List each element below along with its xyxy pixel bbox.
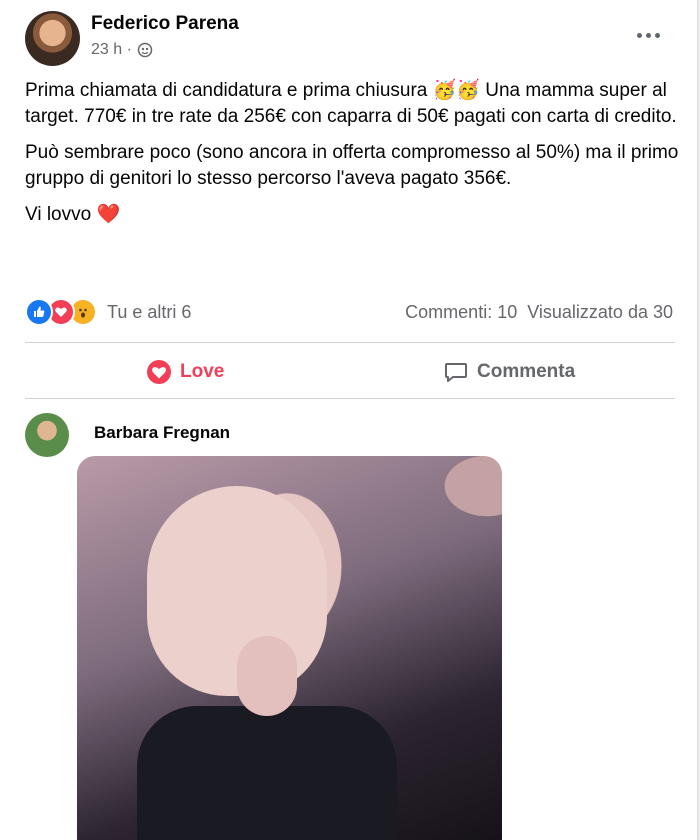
gif-fist-shape xyxy=(237,636,297,716)
post-meta: 23 h · xyxy=(91,41,153,59)
love-reaction-icon xyxy=(147,360,171,384)
like-icon xyxy=(25,298,53,326)
love-button[interactable]: Love xyxy=(146,352,224,392)
comment-button[interactable]: Commenta xyxy=(443,352,575,392)
post-text: Prima chiamata di candidatura e prima ch… xyxy=(25,78,685,238)
comment-icon xyxy=(445,363,467,382)
views-count[interactable]: Visualizzato da 30 xyxy=(527,302,673,323)
post-counts: Commenti: 10 Visualizzato da 30 xyxy=(405,302,673,323)
divider xyxy=(25,342,675,343)
comment-button-label: Commenta xyxy=(477,361,576,382)
post-card: Federico Parena 23 h · Prima chiamata di… xyxy=(0,0,698,840)
comments-count[interactable]: Commenti: 10 xyxy=(405,302,517,323)
post-author-name[interactable]: Federico Parena xyxy=(91,13,239,35)
post-paragraph: Può sembrare poco (sono ancora in offert… xyxy=(25,142,679,189)
reactions-count-text[interactable]: Tu e altri 6 xyxy=(107,302,191,323)
reactions-summary[interactable]: Tu e altri 6 xyxy=(25,298,191,326)
commenter-name[interactable]: Barbara Fregnan xyxy=(94,423,230,443)
love-button-label: Love xyxy=(180,361,225,382)
commenter-avatar[interactable] xyxy=(25,413,69,457)
divider xyxy=(25,398,675,399)
more-options-icon[interactable] xyxy=(630,20,666,50)
post-paragraph: Prima chiamata di candidatura e prima ch… xyxy=(25,80,677,127)
gif-shirt-shape xyxy=(137,706,397,840)
post-time[interactable]: 23 h · xyxy=(91,41,132,59)
author-avatar[interactable] xyxy=(25,11,80,66)
comment-gif-image[interactable] xyxy=(77,456,502,840)
globe-icon xyxy=(137,42,153,58)
post-paragraph: Vi lovvo ❤️ xyxy=(25,204,121,225)
